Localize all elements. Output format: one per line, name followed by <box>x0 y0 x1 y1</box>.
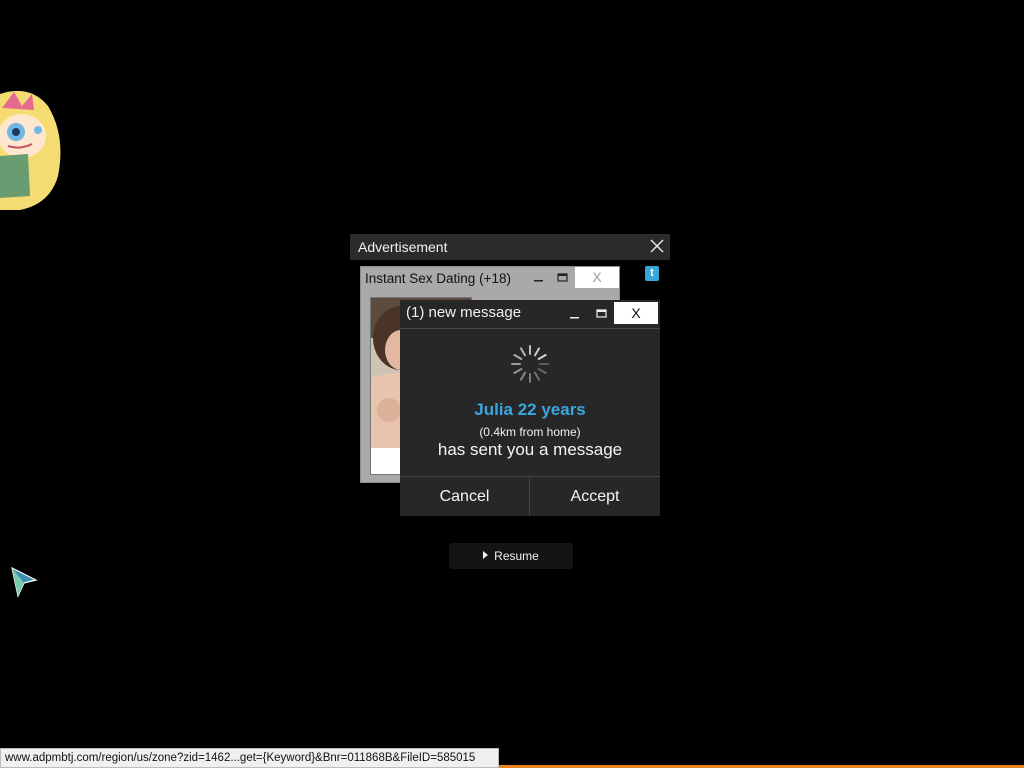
status-url-bar: www.adpmbtj.com/region/us/zone?zid=1462.… <box>0 748 499 768</box>
minimize-icon[interactable] <box>568 308 582 322</box>
close-x-icon[interactable] <box>648 237 666 255</box>
resume-label: Resume <box>494 549 539 563</box>
spinner-spoke <box>513 354 523 360</box>
advertisement-frame: Advertisement <box>350 234 670 260</box>
spinner-spoke <box>537 368 547 374</box>
arrow-cursor-icon <box>11 566 38 598</box>
resume-button[interactable]: Resume <box>449 543 573 569</box>
sender-distance: (0.4km from home) <box>479 425 581 439</box>
spinner-spoke <box>534 347 540 357</box>
minimize-icon[interactable] <box>532 271 546 285</box>
cartoon-character-image <box>0 90 61 210</box>
new-message-popup: (1) new message X Julia 22 years (0.4km … <box>400 300 660 516</box>
message-titlebar: (1) new message X <box>400 300 660 329</box>
advertisement-title: Advertisement <box>358 239 448 255</box>
spinner-spoke <box>537 354 547 360</box>
message-close-button[interactable]: X <box>614 302 658 324</box>
dating-popup-title: Instant Sex Dating (+18) <box>365 271 511 286</box>
message-popup-title: (1) new message <box>406 304 522 321</box>
cancel-button[interactable]: Cancel <box>400 477 530 516</box>
maximize-icon[interactable] <box>556 271 570 285</box>
spinner-spoke <box>520 371 526 381</box>
play-triangle-icon <box>483 551 489 559</box>
maximize-icon[interactable] <box>595 307 609 321</box>
spinner-spoke <box>520 347 526 357</box>
accept-button[interactable]: Accept <box>530 477 660 516</box>
message-text: has sent you a message <box>437 440 623 459</box>
spinner-spoke <box>513 368 523 374</box>
spinner-spoke <box>534 371 540 381</box>
loading-spinner-icon <box>511 345 549 383</box>
sender-name: Julia 22 years <box>474 400 586 419</box>
dating-close-button[interactable]: X <box>575 267 619 288</box>
tumblr-icon[interactable]: t <box>645 266 659 281</box>
